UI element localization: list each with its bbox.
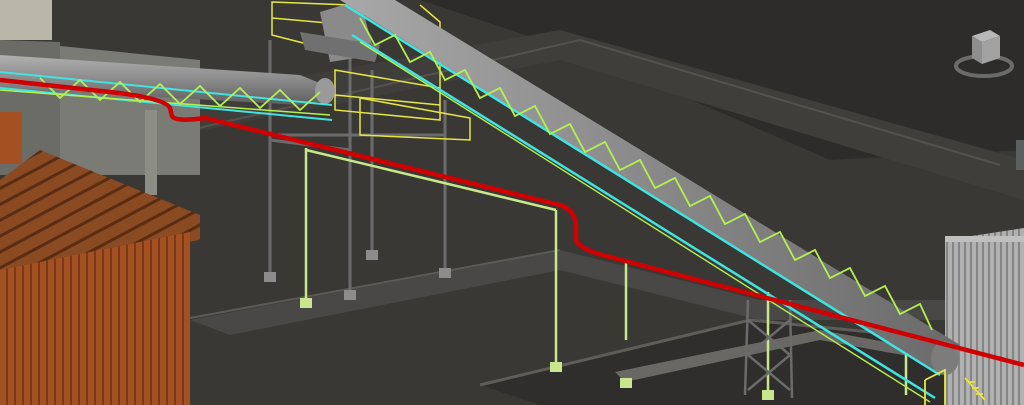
navigation-bar-tab[interactable] — [1016, 140, 1024, 170]
left-conveyor-end — [315, 78, 335, 104]
brick-chimney — [0, 112, 22, 164]
metal-building-cap — [945, 236, 1024, 242]
silo — [0, 0, 52, 40]
concrete-column — [145, 110, 157, 195]
viewcube-icon[interactable] — [952, 18, 1016, 82]
3d-viewport[interactable] — [0, 0, 1024, 405]
metal-building — [945, 228, 1024, 405]
plant-model-scene[interactable] — [0, 0, 1024, 405]
